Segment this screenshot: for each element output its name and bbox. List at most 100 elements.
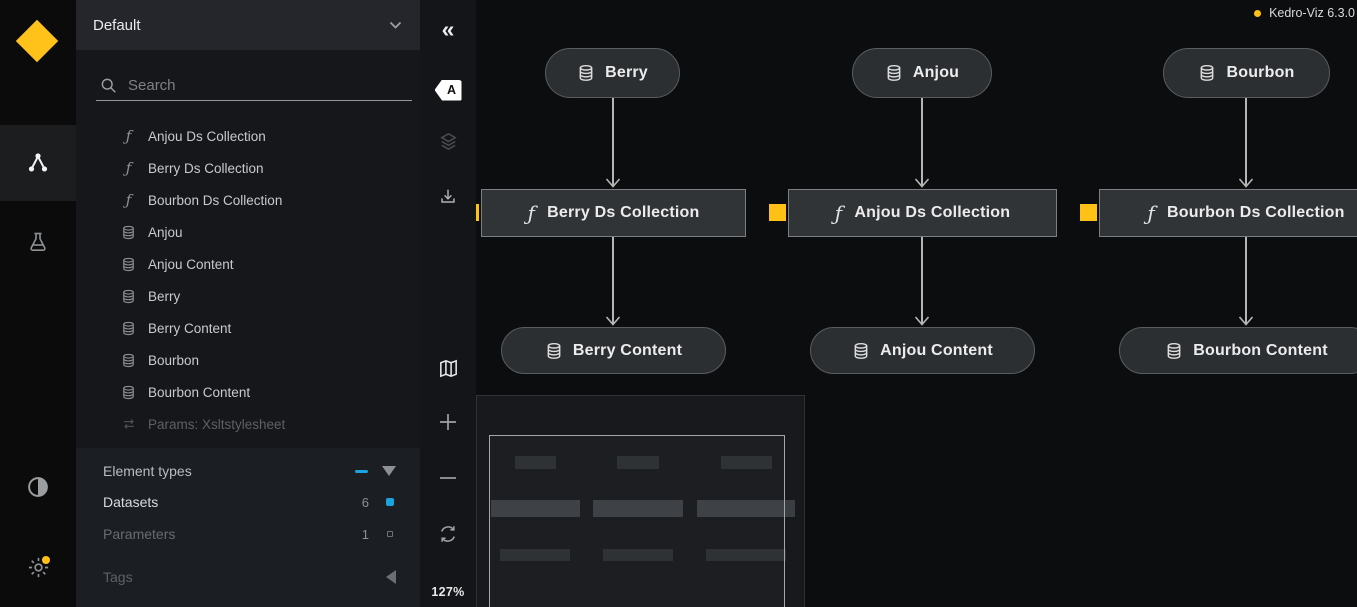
- app-rail: [0, 0, 76, 607]
- search-input[interactable]: [128, 77, 412, 94]
- list-item[interactable]: Berry: [76, 280, 420, 312]
- toggle-labels-button[interactable]: A: [420, 74, 476, 106]
- list-item[interactable]: Anjou Content: [76, 248, 420, 280]
- version-text: Kedro-Viz 6.3.0: [1269, 6, 1355, 20]
- node-label: Anjou: [913, 64, 959, 82]
- filter-label: Parameters: [103, 526, 175, 542]
- tags-header[interactable]: Tags: [76, 564, 420, 590]
- graph-node-dataset[interactable]: Bourbon: [1163, 48, 1330, 98]
- node-label: Anjou Ds Collection: [854, 204, 1010, 222]
- settings-badge-dot: [42, 556, 50, 564]
- edge: [921, 237, 923, 324]
- parameter-indicator: [769, 204, 786, 221]
- database-icon: [120, 289, 137, 304]
- list-item-label: Bourbon Content: [148, 385, 250, 400]
- edge: [921, 98, 923, 186]
- minimap-viewport[interactable]: [489, 435, 785, 607]
- expand-triangle-icon[interactable]: [386, 570, 396, 584]
- minus-icon: [438, 468, 458, 488]
- zoom-in-button[interactable]: [420, 406, 476, 438]
- list-item-label: Bourbon: [148, 353, 199, 368]
- node-label: Berry Ds Collection: [547, 204, 699, 222]
- toggle-minimap-button[interactable]: [420, 352, 476, 384]
- function-icon: ƒ: [120, 193, 137, 208]
- theme-toggle-button[interactable]: [0, 449, 76, 525]
- graph-node-task[interactable]: ƒ Anjou Ds Collection: [788, 189, 1057, 237]
- list-item[interactable]: ƒ Bourbon Ds Collection: [76, 184, 420, 216]
- graph-node-dataset[interactable]: Berry Content: [501, 327, 726, 374]
- function-icon: ƒ: [835, 201, 843, 225]
- settings-button[interactable]: [0, 529, 76, 605]
- node-label: Bourbon Ds Collection: [1167, 204, 1345, 222]
- list-item[interactable]: ƒ Berry Ds Collection: [76, 152, 420, 184]
- list-item-label: Anjou Ds Collection: [148, 129, 266, 144]
- list-item[interactable]: Berry Content: [76, 312, 420, 344]
- reset-zoom-button[interactable]: [420, 518, 476, 550]
- sidebar: Default ƒ Anjou Ds Collection ƒ Berry Ds…: [76, 0, 420, 607]
- database-icon: [852, 342, 870, 360]
- graph-node-dataset[interactable]: Bourbon Content: [1119, 327, 1357, 374]
- database-icon: [120, 257, 137, 272]
- nav-experiments-button[interactable]: [0, 204, 76, 280]
- nav-flowchart-button[interactable]: [0, 125, 76, 201]
- arrowhead-icon: [1238, 178, 1254, 188]
- element-types-label: Element types: [103, 463, 192, 479]
- checkbox-on-icon[interactable]: [386, 498, 394, 506]
- search-bar: [96, 70, 412, 101]
- graph-node-dataset[interactable]: Anjou Content: [810, 327, 1035, 374]
- pipeline-selector[interactable]: Default: [76, 0, 420, 50]
- export-button[interactable]: [420, 181, 476, 213]
- collapse-sidebar-button[interactable]: «: [420, 13, 476, 45]
- toggle-layers-button[interactable]: [420, 125, 476, 157]
- list-item[interactable]: Anjou: [76, 216, 420, 248]
- node-label: Bourbon Content: [1193, 342, 1328, 360]
- filter-row-parameters[interactable]: Parameters 1: [76, 521, 420, 547]
- database-icon: [120, 321, 137, 336]
- parameter-indicator: [1080, 204, 1097, 221]
- filter-row-datasets[interactable]: Datasets 6: [76, 489, 420, 515]
- list-item[interactable]: Params: Xsltstylesheet: [76, 408, 420, 440]
- node-label: Berry: [605, 64, 648, 82]
- database-icon: [120, 385, 137, 400]
- indeterminate-check-icon[interactable]: [355, 470, 368, 473]
- element-types-header[interactable]: Element types: [76, 458, 420, 484]
- flowchart-canvas[interactable]: Kedro-Viz 6.3.0 Berry Anjou Bourbon ƒ Be…: [476, 0, 1357, 607]
- graph-node-dataset[interactable]: Berry: [545, 48, 680, 98]
- collapse-triangle-icon[interactable]: [382, 466, 396, 476]
- graph-node-task[interactable]: ƒ Berry Ds Collection: [481, 189, 746, 237]
- toolbar: « A: [420, 0, 476, 607]
- flask-icon: [26, 230, 50, 254]
- function-icon: ƒ: [120, 161, 137, 176]
- graph-node-task[interactable]: ƒ Bourbon Ds Collection: [1099, 189, 1357, 237]
- filters-panel: Element types Datasets 6 Parameters 1 Ta…: [76, 448, 420, 607]
- function-icon: ƒ: [120, 129, 137, 144]
- list-item[interactable]: ƒ Anjou Ds Collection: [76, 120, 420, 152]
- list-item[interactable]: Bourbon Content: [76, 376, 420, 408]
- arrowhead-icon: [605, 316, 621, 326]
- arrowhead-icon: [914, 316, 930, 326]
- list-item-label: Berry: [148, 289, 180, 304]
- kedro-logo-icon: [16, 20, 58, 62]
- list-item[interactable]: Bourbon: [76, 344, 420, 376]
- version-badge: Kedro-Viz 6.3.0: [1254, 6, 1355, 20]
- list-item-label: Anjou Content: [148, 257, 234, 272]
- tags-label: Tags: [103, 569, 133, 585]
- double-chevron-left-icon: «: [442, 18, 455, 41]
- list-item-label: Anjou: [148, 225, 183, 240]
- map-icon: [437, 357, 460, 380]
- checkbox-off-icon[interactable]: [387, 531, 393, 537]
- zoom-out-button[interactable]: [420, 462, 476, 494]
- list-item-label: Bourbon Ds Collection: [148, 193, 282, 208]
- database-icon: [1165, 342, 1183, 360]
- arrowhead-icon: [605, 178, 621, 188]
- graph-node-dataset[interactable]: Anjou: [852, 48, 992, 98]
- node-label: Bourbon: [1226, 64, 1294, 82]
- pipeline-selector-value: Default: [93, 17, 141, 34]
- minimap: [476, 395, 805, 607]
- label-tag-icon: A: [435, 80, 462, 101]
- node-list: ƒ Anjou Ds Collection ƒ Berry Ds Collect…: [76, 120, 420, 440]
- edge: [1245, 98, 1247, 186]
- database-icon: [545, 342, 563, 360]
- chevron-down-icon: [389, 21, 402, 30]
- theme-icon: [25, 474, 51, 500]
